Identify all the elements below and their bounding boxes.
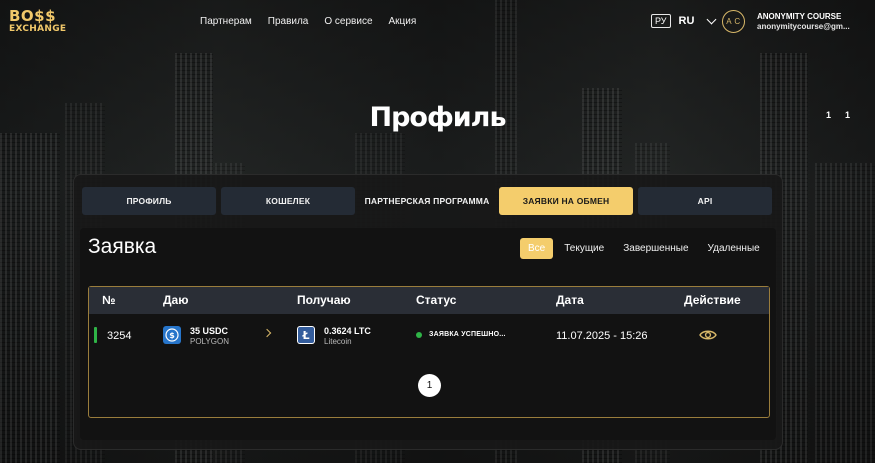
avatar[interactable]: A C bbox=[722, 10, 745, 33]
filter-current[interactable]: Текущие bbox=[556, 238, 612, 259]
request-filters: Все Текущие Завершенные Удаленные bbox=[520, 238, 768, 259]
user-email: anonymitycourse@gm... bbox=[757, 21, 850, 31]
language-selector[interactable]: РУ RU bbox=[651, 14, 717, 28]
logo-title: BO$$ bbox=[9, 7, 57, 25]
chevron-right-icon bbox=[262, 328, 272, 338]
tab-profile[interactable]: ПРОФИЛЬ bbox=[82, 187, 216, 215]
get-network: Litecoin bbox=[324, 337, 352, 346]
tab-api[interactable]: API bbox=[638, 187, 772, 215]
page-title: Профиль bbox=[369, 102, 506, 133]
chevron-down-icon bbox=[706, 14, 717, 24]
filter-deleted[interactable]: Удаленные bbox=[700, 238, 768, 259]
table-row[interactable]: 3254 $ 35 USDC POLYGON Ł 0.3624 LTC Lite… bbox=[89, 323, 769, 353]
column-header-action: Действие bbox=[684, 293, 741, 307]
give-amount: 35 USDC bbox=[190, 326, 229, 336]
nav-partners[interactable]: Партнерам bbox=[200, 16, 252, 27]
column-header-get: Получаю bbox=[297, 293, 351, 307]
user-name: ANONYMITY COURSE bbox=[757, 12, 842, 21]
column-header-status: Статус bbox=[416, 293, 457, 307]
nav-about[interactable]: О сервисе bbox=[324, 16, 372, 27]
nav-promo[interactable]: Акция bbox=[389, 16, 417, 27]
filter-all[interactable]: Все bbox=[520, 238, 554, 259]
column-header-give: Даю bbox=[163, 293, 189, 307]
litecoin-symbol: Ł bbox=[298, 327, 314, 343]
give-network: POLYGON bbox=[190, 337, 229, 346]
language-badge: РУ bbox=[651, 14, 671, 28]
usdc-symbol: $ bbox=[165, 328, 179, 342]
filter-completed[interactable]: Завершенные bbox=[615, 238, 696, 259]
svg-text:Ł: Ł bbox=[301, 329, 309, 342]
status-dot-icon bbox=[416, 331, 422, 338]
eye-icon[interactable] bbox=[699, 328, 717, 345]
status-indicator-bar bbox=[94, 327, 97, 343]
request-number: 3254 bbox=[107, 330, 132, 342]
column-header-number: № bbox=[102, 293, 116, 307]
usdc-icon: $ bbox=[163, 326, 181, 344]
status-text: ЗАЯВКА УСПЕШНО... bbox=[429, 331, 506, 338]
main-nav: Партнерам Правила О сервисе Акция bbox=[200, 16, 416, 27]
tab-partner-program[interactable]: ПАРТНЕРСКАЯ ПРОГРАММА bbox=[360, 187, 494, 215]
top-header: BO$$ EXCHANGE Партнерам Правила О сервис… bbox=[0, 0, 875, 44]
svg-text:$: $ bbox=[169, 331, 175, 340]
tab-wallet[interactable]: КОШЕЛЕК bbox=[221, 187, 355, 215]
tab-exchange-requests[interactable]: ЗАЯВКИ НА ОБМЕН bbox=[499, 187, 633, 215]
user-info[interactable]: ANONYMITY COURSE anonymitycourse@gm... bbox=[757, 12, 869, 31]
status-badge: ЗАЯВКА УСПЕШНО... bbox=[416, 331, 506, 338]
get-amount: 0.3624 LTC bbox=[324, 326, 371, 336]
litecoin-icon: Ł bbox=[297, 326, 315, 344]
pagination-page-button[interactable]: 1 bbox=[418, 374, 441, 397]
request-date: 11.07.2025 - 15:26 bbox=[556, 330, 648, 342]
table-header: № Даю Получаю Статус Дата Действие bbox=[89, 287, 769, 314]
nav-rules[interactable]: Правила bbox=[268, 16, 309, 27]
section-title: Заявка bbox=[88, 235, 157, 258]
language-code: RU bbox=[678, 15, 695, 27]
logo-subtitle: EXCHANGE bbox=[9, 24, 67, 34]
profile-tabs: ПРОФИЛЬ КОШЕЛЕК ПАРТНЕРСКАЯ ПРОГРАММА ЗА… bbox=[82, 187, 772, 215]
requests-table: № Даю Получаю Статус Дата Действие 3254 … bbox=[88, 286, 770, 418]
column-header-date: Дата bbox=[556, 293, 584, 307]
logo[interactable]: BO$$ EXCHANGE bbox=[9, 9, 66, 34]
